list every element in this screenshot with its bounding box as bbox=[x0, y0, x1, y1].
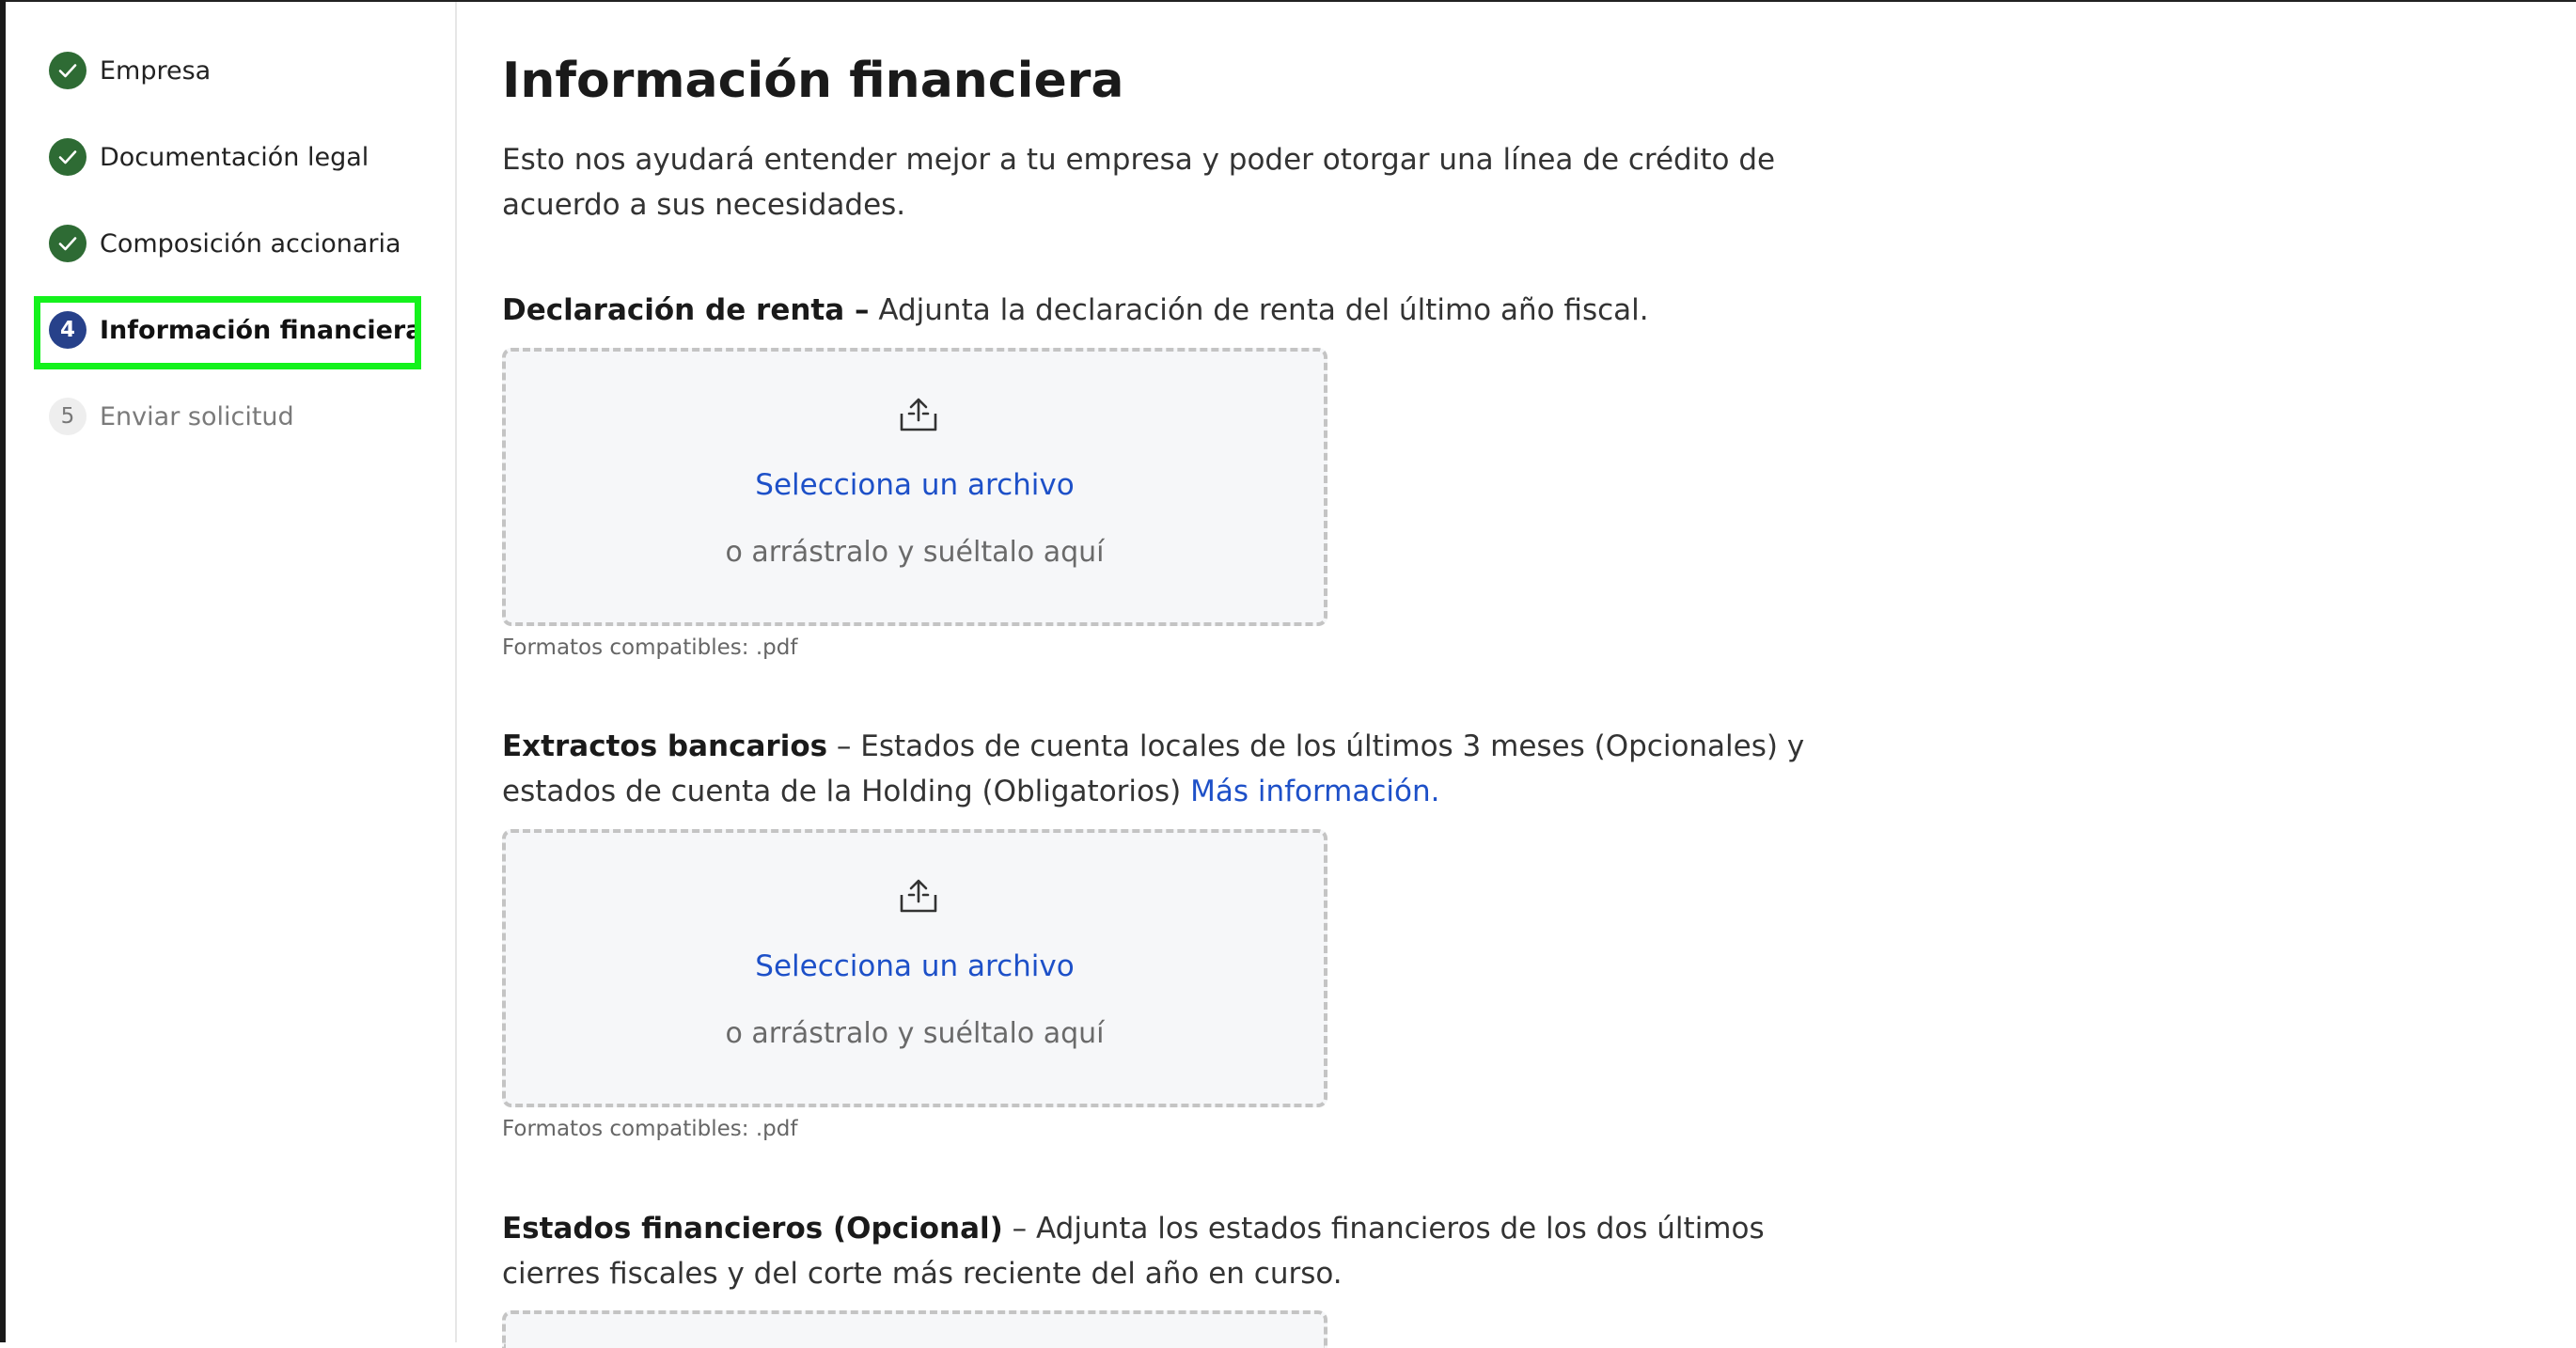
step-documentacion-legal[interactable]: Documentación legal bbox=[49, 129, 369, 185]
page-title: Información financiera bbox=[502, 53, 1124, 109]
supported-formats: Formatos compatibles: .pdf bbox=[502, 635, 798, 660]
step-label: Información financiera bbox=[100, 315, 423, 345]
section-extractos-bancarios-text: Extractos bancarios – Estados de cuenta … bbox=[502, 724, 1856, 814]
drag-drop-hint: o arrástralo y suéltalo aquí bbox=[725, 1017, 1105, 1050]
upload-icon bbox=[900, 879, 937, 913]
more-info-link[interactable]: Más información. bbox=[1190, 775, 1439, 808]
step-label: Empresa bbox=[100, 55, 212, 86]
select-file-link[interactable]: Selecciona un archivo bbox=[506, 468, 1324, 502]
section-heading: Declaración de renta – bbox=[502, 293, 870, 327]
step-label: Composición accionaria bbox=[100, 228, 401, 259]
section-heading: Extractos bancarios bbox=[502, 729, 828, 763]
check-icon bbox=[49, 225, 86, 262]
step-number-badge: 5 bbox=[49, 398, 86, 435]
check-icon bbox=[49, 52, 86, 89]
declaracion-renta-dropzone[interactable]: Selecciona un archivo o arrástralo y sué… bbox=[502, 348, 1327, 626]
step-informacion-financiera[interactable]: 4 Información financiera bbox=[49, 302, 422, 358]
step-label: Documentación legal bbox=[100, 142, 369, 172]
supported-formats: Formatos compatibles: .pdf bbox=[502, 1117, 798, 1141]
step-number-badge: 4 bbox=[49, 311, 86, 349]
drag-drop-hint: o arrástralo y suéltalo aquí bbox=[725, 536, 1105, 569]
section-declaracion-renta-text: Declaración de renta – Adjunta la declar… bbox=[502, 288, 1856, 333]
step-label: Enviar solicitud bbox=[100, 401, 294, 431]
page-description: Esto nos ayudará entender mejor a tu emp… bbox=[502, 143, 1776, 222]
section-estados-financieros-text: Estados financieros (Opcional) – Adjunta… bbox=[502, 1206, 1856, 1296]
section-heading: Estados financieros (Opcional) bbox=[502, 1212, 1003, 1246]
section-description: Adjunta la declaración de renta del últi… bbox=[869, 293, 1649, 327]
upload-icon bbox=[900, 398, 937, 431]
step-empresa[interactable]: Empresa bbox=[49, 42, 211, 99]
check-icon bbox=[49, 138, 86, 176]
select-file-link[interactable]: Selecciona un archivo bbox=[506, 949, 1324, 983]
step-enviar-solicitud[interactable]: 5 Enviar solicitud bbox=[49, 388, 294, 445]
stepper-sidebar: Empresa Documentación legal Composición … bbox=[6, 2, 457, 1342]
estados-financieros-dropzone[interactable] bbox=[502, 1310, 1327, 1348]
step-composicion-accionaria[interactable]: Composición accionaria bbox=[49, 215, 401, 272]
extractos-bancarios-dropzone[interactable]: Selecciona un archivo o arrástralo y sué… bbox=[502, 829, 1327, 1107]
